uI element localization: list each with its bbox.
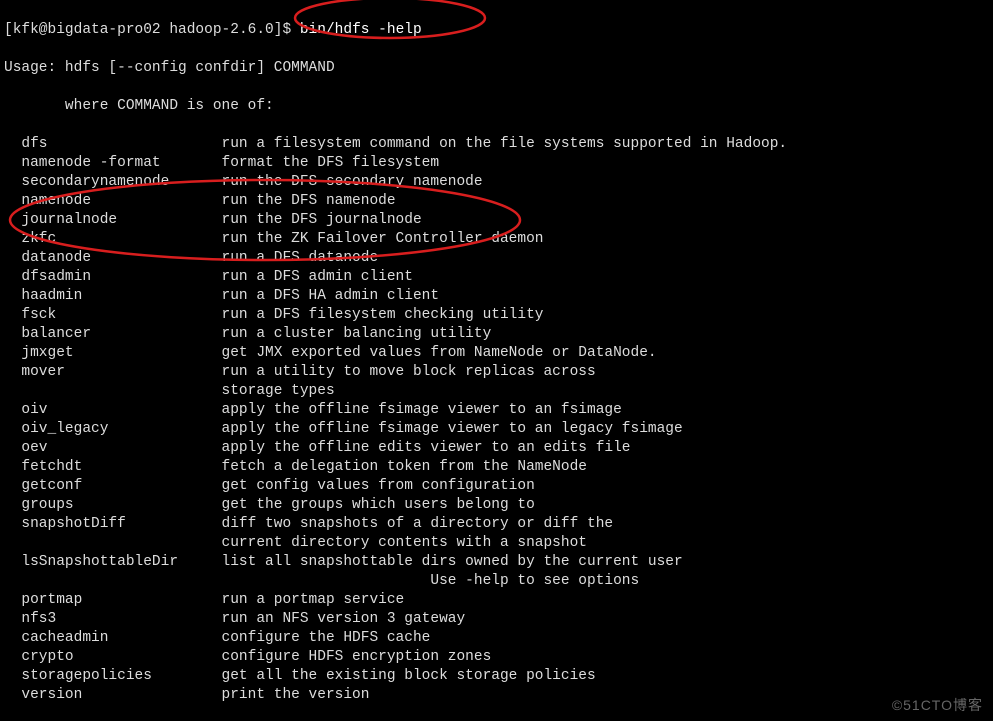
command-desc: run the DFS secondary namenode [222,174,483,190]
command-name: cacheadmin [4,629,222,648]
command-desc: get JMX exported values from NameNode or… [222,345,657,361]
command-desc: run a DFS HA admin client [222,288,440,304]
command-name: datanode [4,249,222,268]
help-row: versionprint the version [4,686,993,705]
shell-prompt: [kfk@bigdata-pro02 hadoop-2.6.0]$ [4,22,300,38]
help-row: jmxgetget JMX exported values from NameN… [4,344,993,363]
help-row: journalnoderun the DFS journalnode [4,211,993,230]
help-row: storagepoliciesget all the existing bloc… [4,667,993,686]
command-desc: Use -help to see options [222,573,640,589]
help-row: namenoderun the DFS namenode [4,192,993,211]
command-name: dfsadmin [4,268,222,287]
help-row: secondarynamenoderun the DFS secondary n… [4,173,993,192]
help-row: haadminrun a DFS HA admin client [4,287,993,306]
command-name: getconf [4,477,222,496]
command-desc: run a portmap service [222,592,405,608]
help-row: cacheadminconfigure the HDFS cache [4,629,993,648]
command-name: namenode [4,192,222,211]
command-desc: apply the offline fsimage viewer to an f… [222,402,622,418]
help-row: balancerrun a cluster balancing utility [4,325,993,344]
command-name: journalnode [4,211,222,230]
command-name [4,534,222,553]
command-desc: get config values from configuration [222,478,535,494]
help-row: datanoderun a DFS datanode [4,249,993,268]
command-desc: storage types [222,383,335,399]
terminal[interactable]: [kfk@bigdata-pro02 hadoop-2.6.0]$ bin/hd… [0,0,993,721]
command-name: storagepolicies [4,667,222,686]
help-row: oevapply the offline edits viewer to an … [4,439,993,458]
command-desc: run the DFS namenode [222,193,396,209]
command-desc: list all snapshottable dirs owned by the… [222,554,683,570]
command-name: nfs3 [4,610,222,629]
command-desc: run a DFS admin client [222,269,413,285]
command-name [4,382,222,401]
command-desc: run the DFS journalnode [222,212,422,228]
help-row: portmaprun a portmap service [4,591,993,610]
help-row: dfsrun a filesystem command on the file … [4,135,993,154]
command-name: haadmin [4,287,222,306]
command-name: jmxget [4,344,222,363]
command-desc: get all the existing block storage polic… [222,668,596,684]
command-desc: diff two snapshots of a directory or dif… [222,516,614,532]
prompt-line-1: [kfk@bigdata-pro02 hadoop-2.6.0]$ bin/hd… [4,21,993,40]
command-name: portmap [4,591,222,610]
command-desc: run a filesystem command on the file sys… [222,136,788,152]
help-row: oivapply the offline fsimage viewer to a… [4,401,993,420]
help-row: Use -help to see options [4,572,993,591]
command-desc: get the groups which users belong to [222,497,535,513]
command-desc: run a utility to move block replicas acr… [222,364,596,380]
help-row: getconfget config values from configurat… [4,477,993,496]
help-row: namenode -formatformat the DFS filesyste… [4,154,993,173]
typed-command: bin/hdfs -help [300,22,422,38]
command-desc: configure HDFS encryption zones [222,649,492,665]
command-name: mover [4,363,222,382]
help-row: nfs3run an NFS version 3 gateway [4,610,993,629]
help-row: cryptoconfigure HDFS encryption zones [4,648,993,667]
command-desc: run a cluster balancing utility [222,326,492,342]
watermark: ©51CTO博客 [892,695,983,715]
help-row: moverrun a utility to move block replica… [4,363,993,382]
help-row: lsSnapshottableDirlist all snapshottable… [4,553,993,572]
command-name: zkfc [4,230,222,249]
help-row: zkfcrun the ZK Failover Controller daemo… [4,230,993,249]
command-name: lsSnapshottableDir [4,553,222,572]
help-row: fetchdtfetch a delegation token from the… [4,458,993,477]
command-name: secondarynamenode [4,173,222,192]
command-name: groups [4,496,222,515]
command-desc: current directory contents with a snapsh… [222,535,587,551]
command-desc: configure the HDFS cache [222,630,431,646]
command-name [4,572,222,591]
help-row: dfsadminrun a DFS admin client [4,268,993,287]
command-name: fsck [4,306,222,325]
command-name: balancer [4,325,222,344]
help-row: storage types [4,382,993,401]
help-row: oiv_legacyapply the offline fsimage view… [4,420,993,439]
where-line: where COMMAND is one of: [4,97,993,116]
command-name: fetchdt [4,458,222,477]
command-desc: run an NFS version 3 gateway [222,611,466,627]
usage-line: Usage: hdfs [--config confdir] COMMAND [4,59,993,78]
command-name: version [4,686,222,705]
command-name: oiv [4,401,222,420]
command-desc: fetch a delegation token from the NameNo… [222,459,587,475]
command-desc: format the DFS filesystem [222,155,440,171]
command-name: crypto [4,648,222,667]
command-desc: run a DFS filesystem checking utility [222,307,544,323]
command-desc: run the ZK Failover Controller daemon [222,231,544,247]
help-row: fsckrun a DFS filesystem checking utilit… [4,306,993,325]
command-desc: run a DFS datanode [222,250,379,266]
command-name: oev [4,439,222,458]
command-desc: apply the offline fsimage viewer to an l… [222,421,683,437]
help-row: current directory contents with a snapsh… [4,534,993,553]
command-name: snapshotDiff [4,515,222,534]
command-name: oiv_legacy [4,420,222,439]
command-name: dfs [4,135,222,154]
command-desc: print the version [222,687,370,703]
help-row: groupsget the groups which users belong … [4,496,993,515]
command-name: namenode -format [4,154,222,173]
command-desc: apply the offline edits viewer to an edi… [222,440,631,456]
help-row: snapshotDiffdiff two snapshots of a dire… [4,515,993,534]
